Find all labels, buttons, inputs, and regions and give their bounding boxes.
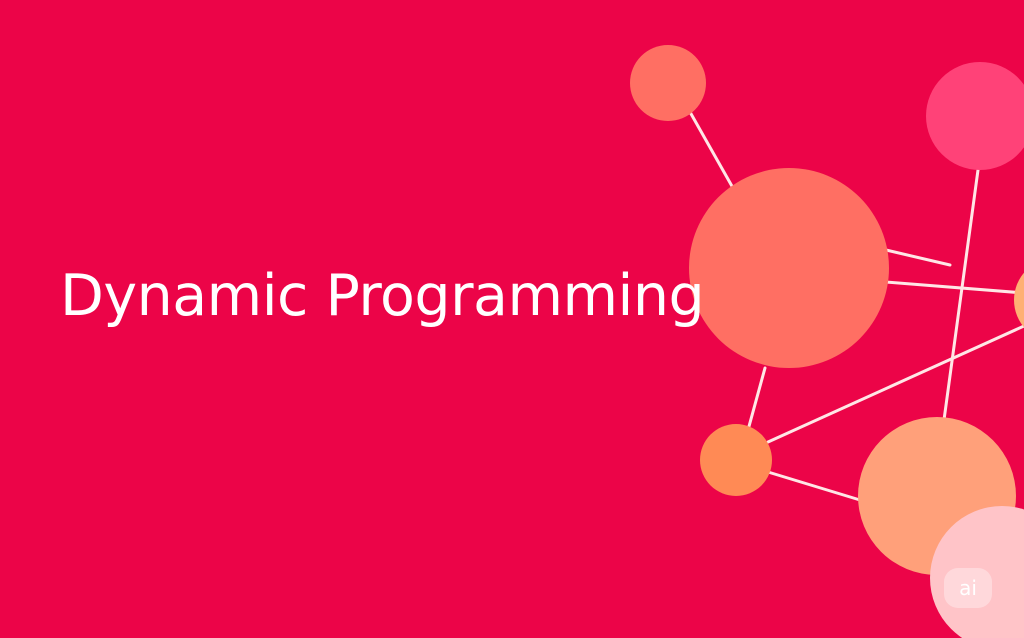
- page-title: Dynamic Programming: [60, 263, 705, 329]
- ai-badge: ai: [944, 568, 992, 608]
- slide-canvas: Dynamic Programming ai: [0, 0, 1024, 638]
- node-small-bottom: [700, 424, 772, 496]
- node-large-center: [689, 168, 889, 368]
- node-top-small: [630, 45, 706, 121]
